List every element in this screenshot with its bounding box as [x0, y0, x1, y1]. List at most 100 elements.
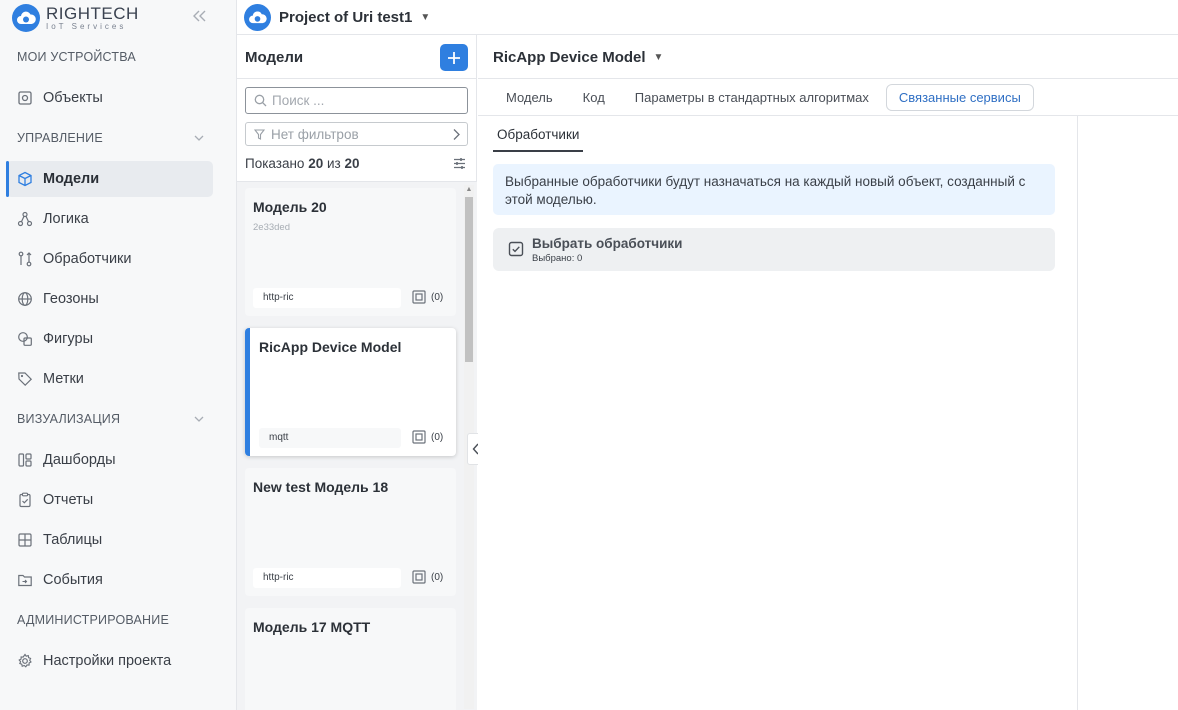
brand-title: RIGHTECH [46, 4, 139, 23]
sidebar-item-label: Фигуры [43, 331, 93, 347]
collapse-sidebar-icon[interactable] [193, 9, 207, 26]
subtab-handlers[interactable]: Обработчики [493, 125, 584, 152]
tab-linked-services[interactable]: Связанные сервисы [885, 83, 1034, 111]
tab-model[interactable]: Модель [493, 84, 566, 111]
chevron-right-icon [453, 129, 460, 140]
project-title[interactable]: Project of Uri test1 [279, 9, 412, 26]
tab-standard-params[interactable]: Параметры в стандартных алгоритмах [622, 84, 882, 111]
shown-count: Показано 20 из 20 [245, 156, 360, 171]
search-field[interactable] [245, 87, 468, 114]
add-model-button[interactable] [440, 44, 468, 71]
section-administration: АДМИНИСТРИРОВАНИЕ [17, 613, 169, 627]
brand-subtitle: IoT Services [46, 22, 127, 31]
model-card[interactable]: Модель 20 2e33ded http-ric (0) [245, 188, 456, 316]
model-card-objects-count: (0) [412, 430, 443, 444]
logo[interactable]: RIGHTECH IoT Services [12, 3, 139, 33]
top-bar: Project of Uri test1 ▼ [237, 0, 1178, 35]
dashboard-icon [16, 451, 34, 469]
chevron-down-icon[interactable] [194, 414, 204, 424]
shown-prefix: Показано [245, 156, 305, 171]
divider [478, 78, 1178, 79]
section-visualization[interactable]: ВИЗУАЛИЗАЦИЯ [17, 412, 120, 426]
select-handlers-title: Выбрать обработчики [532, 236, 683, 251]
sidebar-item-models[interactable]: Модели [6, 161, 213, 197]
sidebar-item-geozones[interactable]: Геозоны [6, 281, 213, 317]
sidebar-item-events[interactable]: События [6, 562, 213, 598]
sidebar-item-tables[interactable]: Таблицы [6, 522, 213, 558]
search-icon [254, 94, 267, 107]
sidebar-item-objects[interactable]: Объекты [6, 80, 213, 116]
filter-selector[interactable]: Нет фильтров [245, 122, 468, 146]
chevron-down-icon[interactable] [194, 133, 204, 143]
divider [237, 78, 477, 79]
sidebar-item-figures[interactable]: Фигуры [6, 321, 213, 357]
tag-icon [16, 370, 34, 388]
model-tabs: Модель Код Параметры в стандартных алгор… [493, 83, 1038, 111]
scroll-up-arrow-icon[interactable]: ▲ [464, 185, 474, 195]
sidebar-item-label: Таблицы [43, 532, 103, 548]
sidebar-item-label: Логика [43, 211, 89, 227]
table-icon [16, 531, 34, 549]
sidebar-item-label: Настройки проекта [43, 653, 172, 669]
sidebar-item-tags[interactable]: Метки [6, 361, 213, 397]
sidebar-item-dashboards[interactable]: Дашборды [6, 442, 213, 478]
model-card-id: 2e33ded [253, 222, 290, 233]
count-value: (0) [431, 431, 444, 443]
filter-icon [254, 128, 265, 140]
clipboard-icon [16, 491, 34, 509]
scroll-thumb[interactable] [465, 197, 473, 362]
section-management[interactable]: УПРАВЛЕНИЕ [17, 131, 103, 145]
folder-event-icon [16, 571, 34, 589]
model-card[interactable]: Модель 17 MQTT [245, 608, 456, 710]
search-input[interactable] [272, 93, 452, 108]
handler-icon [16, 250, 34, 268]
sidebar-item-label: Геозоны [43, 291, 99, 307]
plus-icon [448, 51, 460, 64]
shown-number: 20 [308, 156, 324, 171]
object-icon [412, 570, 426, 584]
shapes-icon [16, 330, 34, 348]
tab-code[interactable]: Код [570, 84, 618, 111]
cloud-logo-icon [12, 4, 40, 32]
model-card-protocol: http-ric [253, 568, 401, 588]
cube-icon [16, 170, 34, 188]
model-detail-header: RicApp Device Model ▼ [493, 49, 663, 66]
model-card-title: RicApp Device Model [259, 339, 402, 355]
sidebar-item-label: Метки [43, 371, 84, 387]
model-detail-title[interactable]: RicApp Device Model [493, 49, 646, 66]
logic-icon [16, 210, 34, 228]
model-card[interactable]: New test Модель 18 http-ric (0) [245, 468, 456, 596]
sidebar-item-label: Дашборды [43, 452, 116, 468]
gear-icon [16, 652, 34, 670]
sidebar-item-project-settings[interactable]: Настройки проекта [6, 643, 213, 679]
object-icon [16, 89, 34, 107]
sidebar-item-handlers[interactable]: Обработчики [6, 241, 213, 277]
sidebar-item-logic[interactable]: Логика [6, 201, 213, 237]
sidebar-item-label: Модели [43, 171, 100, 187]
sidebar-item-label: Объекты [43, 90, 103, 106]
select-handlers-button[interactable]: Выбрать обработчики Выбрано: 0 [493, 228, 1055, 271]
model-card-protocol: mqtt [259, 428, 401, 448]
sidebar-item-label: Отчеты [43, 492, 94, 508]
shown-total: 20 [344, 156, 360, 171]
object-icon [412, 430, 426, 444]
info-message: Выбранные обработчики будут назначаться … [493, 164, 1055, 215]
model-card-title: New test Модель 18 [253, 479, 389, 495]
count-value: (0) [431, 571, 444, 583]
sort-settings-icon[interactable] [453, 157, 466, 170]
divider [1077, 116, 1078, 710]
model-card-title: Модель 17 MQTT [253, 619, 371, 635]
sidebar-item-reports[interactable]: Отчеты [6, 482, 213, 518]
select-handlers-count: Выбрано: 0 [532, 253, 583, 264]
checkbox-icon [508, 241, 524, 257]
models-panel-title: Модели [245, 49, 304, 66]
filter-label: Нет фильтров [271, 126, 359, 142]
caret-down-icon[interactable]: ▼ [654, 52, 664, 63]
globe-icon [16, 290, 34, 308]
caret-down-icon[interactable]: ▼ [420, 12, 430, 23]
section-my-devices: МОИ УСТРОЙСТВА [17, 50, 136, 64]
project-cloud-icon [244, 3, 271, 31]
sidebar: RIGHTECH IoT Services МОИ УСТРОЙСТВА Объ… [0, 0, 237, 710]
model-card[interactable]: RicApp Device Model mqtt (0) [245, 328, 456, 456]
divider [478, 115, 1178, 116]
